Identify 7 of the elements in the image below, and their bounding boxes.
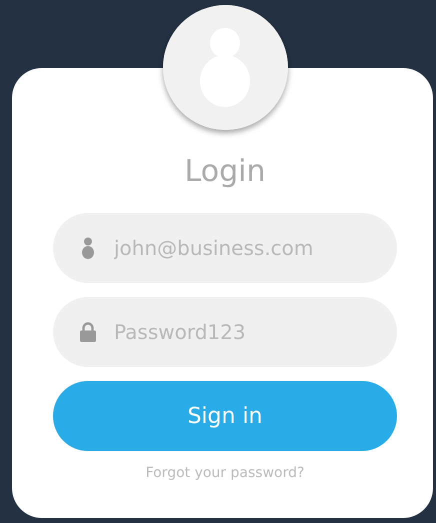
forgot-password-link[interactable]: Forgot your password? — [146, 465, 304, 481]
person-icon — [82, 237, 94, 259]
email-field[interactable]: john@business.com — [53, 213, 397, 283]
lock-icon — [80, 322, 96, 342]
login-title: Login — [184, 153, 266, 191]
sign-in-button[interactable]: Sign in — [53, 381, 397, 451]
password-field[interactable]: Password123 — [53, 297, 397, 367]
